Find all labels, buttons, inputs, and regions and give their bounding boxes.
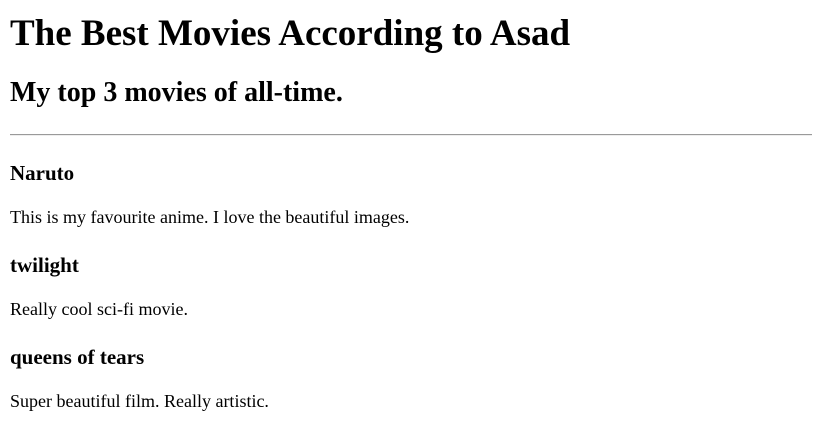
- movie-item: queens of tears Super beautiful film. Re…: [10, 344, 812, 412]
- movie-item: twilight Really cool sci-fi movie.: [10, 252, 812, 320]
- movie-description: Really cool sci-fi movie.: [10, 299, 188, 319]
- movie-title: Naruto: [10, 161, 75, 185]
- divider: [10, 134, 812, 136]
- page-subtitle: My top 3 movies of all-time.: [10, 77, 343, 108]
- movie-title: queens of tears: [10, 345, 145, 369]
- movie-item: Naruto This is my favourite anime. I lov…: [10, 160, 812, 228]
- page-title: The Best Movies According to Asad: [10, 13, 571, 54]
- movie-description: This is my favourite anime. I love the b…: [10, 207, 410, 227]
- movie-title: twilight: [10, 253, 79, 277]
- movie-list: Naruto This is my favourite anime. I lov…: [10, 160, 812, 412]
- movie-description: Super beautiful film. Really artistic.: [10, 391, 269, 411]
